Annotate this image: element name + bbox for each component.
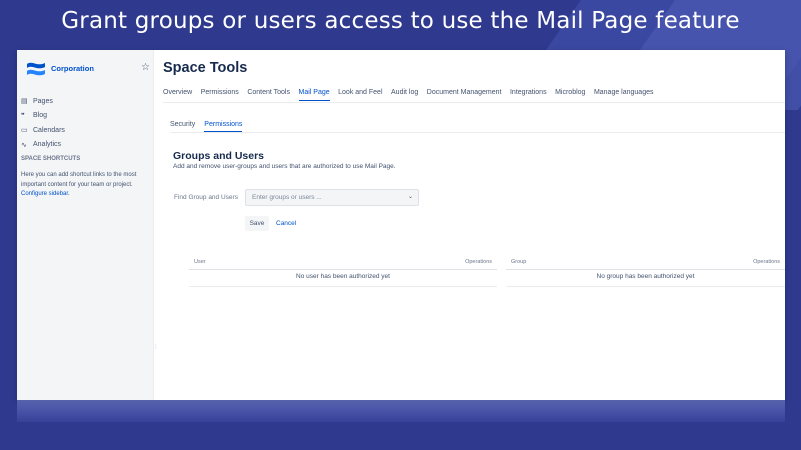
tab-content-tools[interactable]: Content Tools bbox=[247, 89, 290, 101]
configure-sidebar-link[interactable]: Configure sidebar. bbox=[21, 191, 70, 197]
group-table-header: Group Operations bbox=[506, 258, 785, 270]
tab-look-and-feel[interactable]: Look and Feel bbox=[338, 89, 382, 101]
group-table-empty: No group has been authorized yet bbox=[506, 273, 785, 287]
sidebar-item-blog[interactable]: ❞ Blog bbox=[21, 109, 151, 124]
find-group-placeholder: Enter groups or users ... bbox=[252, 194, 322, 201]
space-name[interactable]: Corporation bbox=[51, 64, 94, 73]
sidebar-collapse-handle[interactable]: ⁞ bbox=[155, 345, 157, 351]
sidebar-item-label: Analytics bbox=[33, 141, 62, 149]
sidebar-item-label: Blog bbox=[33, 112, 48, 120]
group-column-header: Group bbox=[511, 259, 527, 265]
space-tools-tabs: Overview Permissions Content Tools Mail Pag… bbox=[163, 89, 662, 101]
subtab-security[interactable]: Security bbox=[170, 121, 195, 132]
sidebar-item-analytics[interactable]: ∿ Analytics bbox=[21, 138, 151, 153]
calendar-icon: ▭ bbox=[21, 127, 28, 135]
space-header[interactable]: Corporation ☆ bbox=[23, 58, 151, 82]
sidebar-item-label: Calendars bbox=[33, 126, 65, 134]
window-reflection bbox=[17, 400, 785, 422]
tab-manage-languages[interactable]: Manage languages bbox=[594, 89, 654, 101]
page-title: Space Tools bbox=[163, 60, 248, 76]
tabs-divider bbox=[163, 102, 785, 103]
user-operations-header: Operations bbox=[465, 259, 492, 265]
subtabs-divider bbox=[170, 132, 785, 133]
tab-overview[interactable]: Overview bbox=[163, 89, 192, 101]
star-icon[interactable]: ☆ bbox=[141, 62, 150, 73]
banner-title: Grant groups or users access to use the … bbox=[61, 8, 740, 34]
find-group-select[interactable]: Enter groups or users ... ⌄ bbox=[245, 189, 419, 206]
sidebar-item-calendars[interactable]: ▭ Calendars bbox=[21, 123, 151, 138]
shortcuts-title: SPACE SHORTCUTS bbox=[21, 156, 81, 162]
shortcuts-description: Here you can add shortcut links to the m… bbox=[21, 172, 137, 188]
subtabs: Security Permissions bbox=[170, 121, 251, 132]
subtab-permissions[interactable]: Permissions bbox=[204, 121, 243, 132]
save-button[interactable]: Save bbox=[245, 216, 269, 231]
sidebar-item-pages[interactable]: ▤ Pages bbox=[21, 94, 151, 109]
tab-microblog[interactable]: Microblog bbox=[555, 89, 585, 101]
chevron-down-icon: ⌄ bbox=[407, 194, 413, 200]
tab-integrations[interactable]: Integrations bbox=[510, 89, 547, 101]
section-title: Groups and Users bbox=[173, 150, 265, 162]
tab-document-management[interactable]: Document Management bbox=[427, 89, 502, 101]
confluence-logo-icon bbox=[27, 62, 45, 76]
cancel-link[interactable]: Cancel bbox=[276, 220, 296, 227]
blog-icon: ❞ bbox=[21, 112, 25, 120]
tab-mail-page[interactable]: Mail Page bbox=[298, 89, 330, 101]
shortcuts-text: Here you can add shortcut links to the m… bbox=[21, 171, 151, 200]
pages-icon: ▤ bbox=[21, 98, 28, 106]
user-table-empty: No user has been authorized yet bbox=[189, 273, 497, 287]
app-window: Corporation ☆ ▤ Pages ❞ Blog ▭ Calendars ∿ Anal… bbox=[17, 50, 785, 400]
group-operations-header: Operations bbox=[753, 259, 780, 265]
section-description: Add and remove user-groups and users tha… bbox=[173, 163, 396, 170]
user-column-header: User bbox=[194, 259, 206, 265]
analytics-icon: ∿ bbox=[21, 141, 27, 149]
tab-audit-log[interactable]: Audit log bbox=[391, 89, 418, 101]
find-group-label: Find Group and Users bbox=[174, 194, 238, 201]
sidebar-item-label: Pages bbox=[33, 97, 53, 105]
sidebar-nav: ▤ Pages ❞ Blog ▭ Calendars ∿ Analytics bbox=[21, 94, 151, 152]
main-content: Space Tools Overview Permissions Content T… bbox=[163, 50, 785, 400]
user-table-header: User Operations bbox=[189, 258, 497, 270]
sidebar: Corporation ☆ ▤ Pages ❞ Blog ▭ Calendars ∿ Anal… bbox=[17, 50, 154, 400]
tab-permissions[interactable]: Permissions bbox=[201, 89, 239, 101]
